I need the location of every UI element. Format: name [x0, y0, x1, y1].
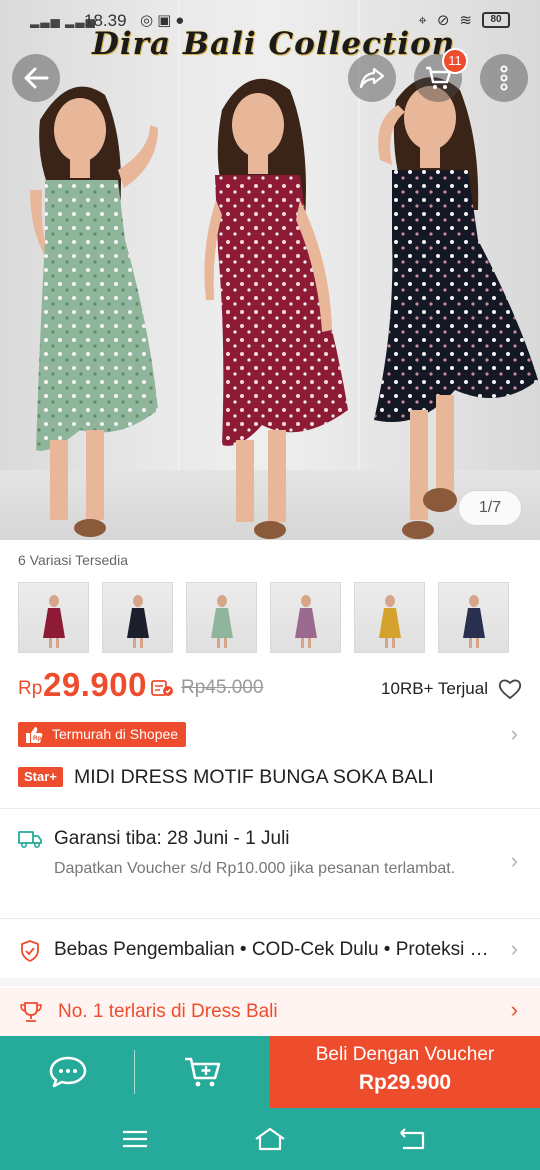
back-arrow-icon	[24, 67, 49, 89]
section-gap	[0, 978, 540, 986]
variation-thumb-green[interactable]	[186, 582, 257, 653]
more-vertical-icon	[500, 65, 508, 91]
cheapest-promo-row[interactable]: Rp Termurah di Shopee ›	[0, 718, 540, 752]
thumbs-up-price-icon: Rp	[26, 727, 43, 743]
variation-thumb-mustard[interactable]	[354, 582, 425, 653]
menu-icon[interactable]	[118, 1124, 152, 1154]
cheapest-label: Termurah di Shopee	[52, 726, 179, 742]
back-button[interactable]	[12, 54, 60, 102]
price-current: 29.900	[43, 666, 147, 703]
model-black-dress	[374, 77, 538, 539]
shield-check-icon	[21, 940, 39, 962]
brand-watermark: Dira Bali Collection	[92, 26, 456, 62]
variation-thumbnails	[18, 582, 509, 653]
price-original: Rp45.000	[181, 677, 264, 698]
divider	[0, 918, 540, 919]
buy-with-voucher-button[interactable]: Beli Dengan Voucher Rp29.900	[270, 1036, 540, 1108]
delivery-truck-icon	[18, 831, 42, 848]
image-counter: 1/7	[458, 490, 522, 526]
chat-button[interactable]	[0, 1036, 135, 1108]
divider	[0, 808, 540, 809]
product-title: MIDI DRESS MOTIF BUNGA SOKA BALI	[74, 766, 434, 788]
heart-icon[interactable]	[498, 678, 522, 700]
shipping-guarantee-title: Garansi tiba: 28 Juni - 1 Juli	[54, 828, 290, 849]
dress-thumb-image	[211, 595, 233, 648]
dress-thumb-image	[379, 595, 401, 648]
product-title-row: Star+ MIDI DRESS MOTIF BUNGA SOKA BALI	[18, 766, 522, 794]
chevron-right-icon: ›	[510, 936, 518, 961]
price-currency: Rp	[18, 678, 43, 699]
battery-icon: 80	[482, 12, 510, 28]
product-page: ▂▃▅ ▂▃▅ 18.39 ◎▣● ⌖ ⊘ ≋ 80 Dira Bali Col…	[0, 0, 540, 1170]
dress-thumb-image	[43, 595, 65, 648]
shipping-guarantee-subtitle: Dapatkan Voucher s/d Rp10.000 jika pesan…	[54, 860, 456, 877]
chevron-right-icon: ›	[510, 721, 518, 746]
coin-cashback-icon	[151, 680, 173, 696]
svg-text:Rp: Rp	[33, 736, 41, 742]
buy-button-price: Rp29.900	[358, 1071, 452, 1094]
add-to-cart-button[interactable]	[135, 1036, 270, 1108]
dress-thumb-image	[295, 595, 317, 648]
variation-thumb-purple[interactable]	[270, 582, 341, 653]
model-red-dress	[204, 78, 348, 539]
cheapest-tag: Rp Termurah di Shopee	[18, 722, 187, 747]
best-seller-text: No. 1 terlaris di Dress Bali	[58, 1001, 278, 1022]
return-policy-text: Bebas Pengembalian • COD-Cek Dulu • Prot…	[54, 939, 500, 960]
chat-bubble-icon	[49, 1056, 87, 1088]
variation-count-label: 6 Variasi Tersedia	[18, 552, 128, 568]
return-policy-row[interactable]: Bebas Pengembalian • COD-Cek Dulu • Prot…	[0, 928, 540, 974]
system-navigation-bar	[0, 1108, 540, 1170]
star-plus-badge: Star+	[18, 767, 63, 787]
cart-count-badge: 11	[442, 48, 468, 74]
home-icon[interactable]	[253, 1124, 287, 1154]
cart-plus-icon	[185, 1057, 221, 1087]
dress-thumb-image	[463, 595, 485, 648]
bottom-action-bar: Beli Dengan Voucher Rp29.900	[0, 1036, 540, 1108]
trophy-icon	[20, 1002, 42, 1022]
best-seller-row[interactable]: No. 1 terlaris di Dress Bali ›	[0, 988, 540, 1036]
variation-thumb-black[interactable]	[102, 582, 173, 653]
share-button[interactable]	[348, 54, 396, 102]
chevron-right-icon: ›	[510, 848, 518, 873]
price-row: Rp 29.900 Rp45.000 10RB+ Terjual	[18, 666, 522, 706]
dress-thumb-image	[127, 595, 149, 648]
variation-thumb-red[interactable]	[18, 582, 89, 653]
chevron-right-icon: ›	[510, 997, 518, 1022]
product-image-gallery[interactable]: ▂▃▅ ▂▃▅ 18.39 ◎▣● ⌖ ⊘ ≋ 80 Dira Bali Col…	[0, 0, 540, 540]
more-options-button[interactable]	[480, 54, 528, 102]
buy-button-label: Beli Dengan Voucher	[315, 1044, 495, 1065]
shipping-guarantee-row[interactable]: Garansi tiba: 28 Juni - 1 Juli Dapatkan …	[0, 818, 540, 918]
model-green-dress	[30, 86, 158, 537]
cart-button[interactable]: 11	[414, 48, 468, 102]
wifi-icon: ≋	[459, 12, 472, 29]
share-icon	[359, 67, 385, 89]
variation-thumb-navy[interactable]	[438, 582, 509, 653]
sold-count: 10RB+ Terjual	[381, 679, 488, 698]
back-nav-icon[interactable]	[395, 1124, 429, 1154]
